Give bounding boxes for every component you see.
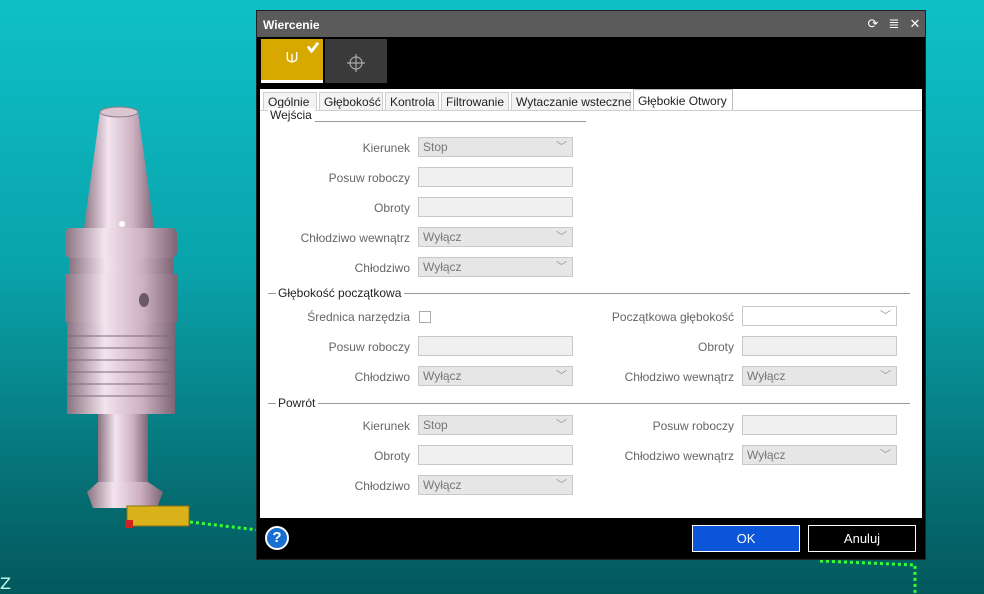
section-title-glebokosc-poczatkowa: Głębokość początkowa	[276, 286, 405, 300]
section-title-powrot: Powrót	[276, 396, 319, 410]
select-value: Wyłącz	[747, 369, 786, 383]
label-posuw-roboczy: Posuw roboczy	[328, 340, 410, 354]
chevron-down-icon: ﹀	[556, 261, 567, 273]
select-chlodziwo-wewnatrz-powrot[interactable]: Wyłącz ﹀	[742, 445, 897, 465]
label-kierunek: Kierunek	[362, 419, 410, 433]
crosshair-icon	[347, 54, 365, 72]
label-srednica-narzedzia: Średnica narzędzia	[307, 310, 410, 324]
label-obroty: Obroty	[697, 340, 734, 354]
dialog-footer: ? OK Anuluj	[257, 519, 925, 559]
select-value: Wyłącz	[423, 230, 462, 244]
checkbox-srednica-narzedzia[interactable]	[419, 311, 431, 323]
select-poczatkowa-glebokosc[interactable]: ﹀	[742, 306, 897, 326]
mode-toolbar	[257, 37, 925, 85]
chevron-down-icon: ﹀	[556, 141, 567, 153]
section-divider	[268, 403, 910, 404]
drill-icon	[286, 41, 320, 63]
dialog-titlebar[interactable]: Wiercenie ⟳ ≣ ✕	[257, 11, 925, 37]
label-obroty: Obroty	[373, 201, 410, 215]
select-chlodziwo-poczatkowa[interactable]: Wyłącz ﹀	[418, 366, 573, 386]
label-chlodziwo-wewnatrz: Chłodziwo wewnątrz	[624, 370, 734, 384]
select-value: Stop	[423, 418, 448, 432]
point-mode-button[interactable]	[325, 39, 387, 83]
select-value: Wyłącz	[423, 260, 462, 274]
chevron-down-icon: ﹀	[880, 370, 891, 382]
select-value: Wyłącz	[423, 478, 462, 492]
select-chlodziwo-powrot[interactable]: Wyłącz ﹀	[418, 475, 573, 495]
chevron-down-icon: ﹀	[880, 310, 891, 322]
label-posuw-roboczy: Posuw roboczy	[328, 171, 410, 185]
select-kierunek-wejscia[interactable]: Stop ﹀	[418, 137, 573, 157]
menu-icon[interactable]: ≣	[886, 16, 902, 32]
label-posuw-roboczy: Posuw roboczy	[652, 419, 734, 433]
label-kierunek: Kierunek	[362, 141, 410, 155]
select-chlodziwo-wewnatrz-poczatkowa[interactable]: Wyłącz ﹀	[742, 366, 897, 386]
label-chlodziwo: Chłodziwo	[354, 370, 410, 384]
select-chlodziwo-wewnatrz-wejscia[interactable]: Wyłącz ﹀	[418, 227, 573, 247]
close-icon[interactable]: ✕	[907, 16, 923, 32]
select-kierunek-powrot[interactable]: Stop ﹀	[418, 415, 573, 435]
select-value: Wyłącz	[747, 448, 786, 462]
tab-glebokosc[interactable]: Głębokość	[319, 92, 383, 111]
input-posuw-roboczy-powrot[interactable]	[742, 415, 897, 435]
label-chlodziwo: Chłodziwo	[354, 479, 410, 493]
drilling-mode-button[interactable]	[261, 39, 323, 83]
chevron-down-icon: ﹀	[556, 370, 567, 382]
axis-z-label: Z	[0, 574, 11, 593]
input-posuw-roboczy-wejscia[interactable]	[418, 167, 573, 187]
label-chlodziwo-wewnatrz: Chłodziwo wewnątrz	[624, 449, 734, 463]
input-obroty-poczatkowa[interactable]	[742, 336, 897, 356]
tab-wytaczanie-wsteczne[interactable]: Wytaczanie wsteczne	[511, 92, 631, 111]
label-chlodziwo: Chłodziwo	[354, 261, 410, 275]
ok-button[interactable]: OK	[692, 525, 800, 552]
label-chlodziwo-wewnatrz: Chłodziwo wewnątrz	[300, 231, 410, 245]
help-button[interactable]: ?	[265, 526, 289, 550]
input-posuw-roboczy-poczatkowa[interactable]	[418, 336, 573, 356]
input-obroty-wejscia[interactable]	[418, 197, 573, 217]
section-title-wejscia: Wejścia	[268, 108, 315, 122]
chevron-down-icon: ﹀	[556, 231, 567, 243]
label-poczatkowa-glebokosc: Początkowa głębokość	[611, 310, 734, 324]
tab-kontrola[interactable]: Kontrola	[385, 92, 439, 111]
chevron-down-icon: ﹀	[880, 449, 891, 461]
select-value: Wyłącz	[423, 369, 462, 383]
dialog-content: Ogólnie Głębokość Kontrola Filtrowanie W…	[260, 89, 922, 518]
tab-filtrowanie[interactable]: Filtrowanie	[441, 92, 509, 111]
section-divider	[268, 121, 586, 122]
input-obroty-powrot[interactable]	[418, 445, 573, 465]
chevron-down-icon: ﹀	[556, 479, 567, 491]
tab-panel-glebokie-otwory: Wejścia Kierunek Stop ﹀ Posuw roboczy Obr…	[260, 108, 922, 518]
refresh-icon[interactable]: ⟳	[865, 16, 881, 32]
chevron-down-icon: ﹀	[556, 419, 567, 431]
drilling-dialog: Wiercenie ⟳ ≣ ✕ Ogólnie Głębokość Kontro…	[256, 10, 926, 560]
select-value: Stop	[423, 140, 448, 154]
select-chlodziwo-wejscia[interactable]: Wyłącz ﹀	[418, 257, 573, 277]
label-obroty: Obroty	[373, 449, 410, 463]
dialog-title: Wiercenie	[263, 18, 320, 32]
cancel-button[interactable]: Anuluj	[808, 525, 916, 552]
tab-glebokie-otwory[interactable]: Głębokie Otwory	[633, 89, 733, 111]
